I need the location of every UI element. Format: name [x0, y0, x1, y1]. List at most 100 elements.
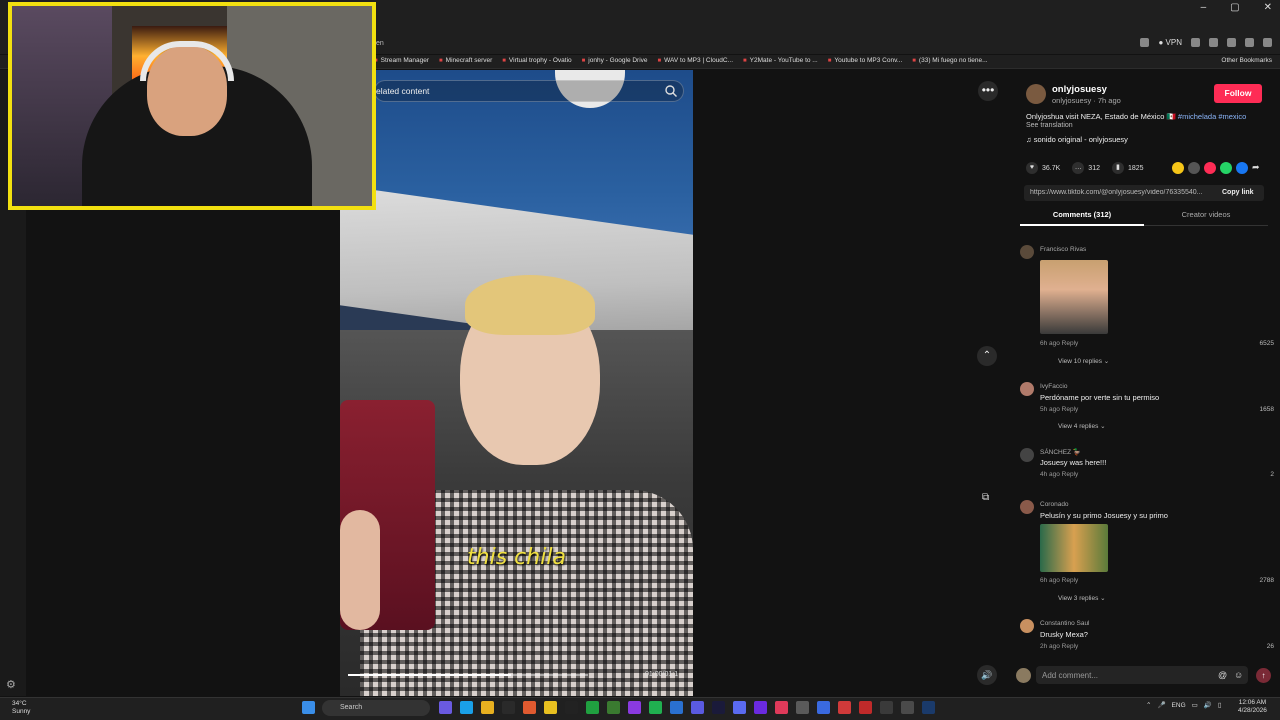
share-friends-icon[interactable]	[1172, 162, 1184, 174]
profile-icon[interactable]	[1245, 38, 1254, 47]
bookmark-item[interactable]: (33) Mi fuego no tiene...	[912, 57, 988, 64]
mic-icon[interactable]: 🎤	[1157, 701, 1165, 709]
bookmark-item[interactable]: Y2Mate - YouTube to ...	[743, 57, 818, 64]
forward-icon[interactable]: ➦	[1252, 162, 1260, 174]
comment-meta[interactable]: 6h ago Reply	[1040, 340, 1078, 347]
extension-icon[interactable]	[1191, 38, 1200, 47]
avatar[interactable]	[1026, 84, 1046, 104]
comment-author[interactable]: SÁNCHEZ 🦆	[1040, 448, 1081, 456]
copy-link-button[interactable]: Copy link	[1222, 189, 1254, 196]
comment-likes[interactable]: 6525	[1244, 340, 1274, 347]
view-replies[interactable]: View 4 replies ⌄	[1058, 422, 1106, 430]
save-button[interactable]: ▮ 1825	[1111, 162, 1144, 174]
gear-icon[interactable]: ⚙	[6, 678, 16, 691]
start-icon[interactable]	[302, 701, 315, 714]
app-icon[interactable]	[901, 701, 914, 714]
hashtags[interactable]: #michelada #mexico	[1178, 112, 1246, 121]
weather-widget[interactable]: 34°C Sunny	[12, 700, 30, 716]
comment-meta[interactable]: 5h ago Reply	[1040, 406, 1078, 413]
comment-meta[interactable]: 4h ago Reply	[1040, 471, 1078, 478]
other-bookmarks[interactable]: Other Bookmarks	[1221, 57, 1272, 64]
comment-likes[interactable]: 1658	[1244, 406, 1274, 413]
avatar[interactable]	[1020, 245, 1034, 259]
app-icon[interactable]	[817, 701, 830, 714]
app-icon[interactable]	[880, 701, 893, 714]
share-icon[interactable]	[1204, 162, 1216, 174]
avatar[interactable]	[1020, 619, 1034, 633]
bookmark-item[interactable]: WAV to MP3 | CloudC...	[658, 57, 733, 64]
app-icon[interactable]	[838, 701, 851, 714]
comment-author[interactable]: Coronado	[1040, 501, 1069, 508]
battery-icon[interactable]: ▯	[1218, 701, 1222, 709]
comment-image[interactable]	[1040, 524, 1108, 572]
maximize-button[interactable]: ▢	[1230, 2, 1239, 13]
post-comment-button[interactable]: ↑	[1256, 668, 1271, 683]
follow-button[interactable]: Follow	[1214, 84, 1262, 103]
avatar[interactable]	[1020, 382, 1034, 396]
more-options-button[interactable]: •••	[978, 81, 998, 101]
terminal-icon[interactable]	[565, 701, 578, 714]
whatsapp-icon[interactable]	[649, 701, 662, 714]
bookmark-item[interactable]: jonhy - Google Drive	[582, 57, 647, 64]
store-icon[interactable]	[502, 701, 515, 714]
picture-in-picture-icon[interactable]: ⧉	[982, 492, 989, 503]
comment-author[interactable]: IvyFaccio	[1040, 383, 1067, 390]
steam-icon[interactable]	[922, 701, 935, 714]
chrome-icon[interactable]	[544, 701, 557, 714]
avatar[interactable]	[1020, 500, 1034, 514]
comment-likes[interactable]: 2788	[1244, 577, 1274, 584]
comment-author[interactable]: Francisco Rivas	[1040, 246, 1086, 253]
emoji-icon[interactable]: ☺	[1234, 670, 1243, 680]
bookmark-item[interactable]: Stream Manager	[374, 57, 429, 64]
app-icon[interactable]	[754, 701, 767, 714]
chevron-up-icon[interactable]: ⌃	[977, 346, 997, 366]
app-icon[interactable]	[691, 701, 704, 714]
mention-icon[interactable]: @	[1218, 670, 1227, 680]
app-icon[interactable]	[859, 701, 872, 714]
whatsapp-icon[interactable]	[1220, 162, 1232, 174]
comment-likes[interactable]: 26	[1244, 643, 1274, 650]
avatar[interactable]	[1020, 448, 1034, 462]
xbox-icon[interactable]	[586, 701, 599, 714]
tab-comments[interactable]: Comments (312)	[1020, 210, 1144, 226]
bookmark-item[interactable]: Minecraft server	[439, 57, 493, 64]
video-player[interactable]: this chila 01:00/01:1	[340, 70, 693, 696]
obs-icon[interactable]	[628, 701, 641, 714]
vpn-button[interactable]: ● VPN	[1158, 38, 1182, 47]
close-button[interactable]: ✕	[1264, 2, 1272, 13]
app-icon[interactable]	[796, 701, 809, 714]
minecraft-icon[interactable]	[607, 701, 620, 714]
premiere-icon[interactable]	[712, 701, 725, 714]
volume-icon[interactable]: 🔊	[977, 665, 997, 685]
facebook-icon[interactable]	[1236, 162, 1248, 174]
bookmark-item[interactable]: Virtual trophy - Ovatio	[502, 57, 572, 64]
tab-creator-videos[interactable]: Creator videos	[1144, 210, 1268, 226]
taskbar-search[interactable]	[322, 700, 430, 716]
edge-icon[interactable]	[460, 701, 473, 714]
copilot-icon[interactable]	[439, 701, 452, 714]
menu-icon[interactable]	[1263, 38, 1272, 47]
comment-image[interactable]	[1040, 260, 1108, 334]
volume-icon[interactable]: 🔊	[1204, 701, 1212, 709]
comment-author[interactable]: Constantino Saul	[1040, 620, 1090, 627]
comment-likes[interactable]: 2	[1244, 471, 1274, 478]
clock[interactable]: 12:06 AM 4/28/2026	[1238, 699, 1267, 715]
sound-link[interactable]: ♫ sonido original - onlyjosuesy	[1026, 135, 1128, 144]
comment-meta[interactable]: 2h ago Reply	[1040, 643, 1078, 650]
firefox-icon[interactable]	[523, 701, 536, 714]
download-icon[interactable]	[1140, 38, 1150, 47]
app-icon[interactable]	[775, 701, 788, 714]
chevron-up-icon[interactable]: ⌃	[1146, 701, 1151, 709]
bookmark-item[interactable]: Youtube to MP3 Conv...	[828, 57, 902, 64]
language-indicator[interactable]: ENG	[1172, 702, 1186, 709]
puzzle-icon[interactable]	[1227, 38, 1236, 47]
view-replies[interactable]: View 10 replies ⌄	[1058, 357, 1109, 365]
search-icon[interactable]	[664, 84, 678, 98]
network-icon[interactable]: ▭	[1192, 701, 1198, 709]
extension-icon[interactable]	[1209, 38, 1218, 47]
embed-icon[interactable]	[1188, 162, 1200, 174]
like-button[interactable]: ♥ 36.7K	[1026, 162, 1060, 174]
comment-button[interactable]: … 312	[1072, 162, 1100, 174]
minimize-button[interactable]: –	[1201, 2, 1207, 13]
author-name[interactable]: onlyjosuesy	[1052, 84, 1107, 95]
